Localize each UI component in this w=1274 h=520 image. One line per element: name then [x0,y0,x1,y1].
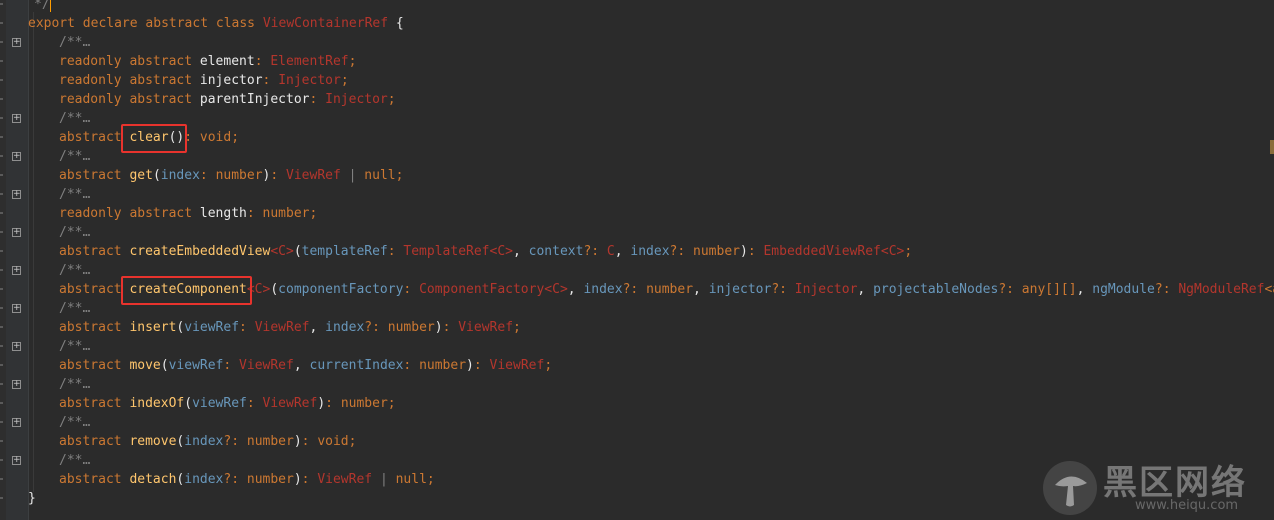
member-index-of: abstract indexOf(viewRef: ViewRef): numb… [59,396,396,411]
line-tick [0,478,3,480]
line-tick [0,345,3,347]
expand-fold-icon[interactable]: + [12,456,21,465]
line-tick [0,98,3,100]
line-tick [0,3,3,5]
folded-doc-comment[interactable]: /**… [59,338,90,356]
member-move: abstract move(viewRef: ViewRef, currentI… [59,358,553,373]
code-line: readonly abstract length: number; [0,204,1274,223]
folded-doc-comment[interactable]: /**… [59,300,90,318]
line-tick [0,326,3,328]
expand-fold-icon[interactable]: + [12,152,21,161]
line-tick [0,497,3,499]
expand-fold-icon[interactable]: + [12,190,21,199]
folded-doc-comment[interactable]: /**… [59,262,90,280]
code-line: abstract remove(index?: number): void; [0,432,1274,451]
comment-close: */ [34,0,50,12]
line-tick [0,212,3,214]
line-tick [0,307,3,309]
code-line: + /**… [0,223,1274,242]
line-tick [0,364,3,366]
member-get: abstract get(index: number): ViewRef | n… [59,168,404,183]
expand-fold-icon[interactable]: + [12,418,21,427]
watermark-title: 黑区网络 [1103,463,1247,503]
line-tick [0,117,3,119]
member-parent-injector: readonly abstract parentInjector: Inject… [59,92,396,107]
scrollbar-marker[interactable] [1270,140,1274,154]
code-line: abstract createEmbeddedView<C>(templateR… [0,242,1274,261]
code-line: abstract insert(viewRef: ViewRef, index?… [0,318,1274,337]
member-create-embedded-view: abstract createEmbeddedView<C>(templateR… [59,244,913,259]
line-tick [0,193,3,195]
folded-doc-comment[interactable]: /**… [59,414,90,432]
folded-doc-comment[interactable]: /**… [59,224,90,242]
watermark: 黑区网络 www.heiqu.com [1043,459,1263,515]
line-tick [0,41,3,43]
line-tick [0,421,3,423]
line-tick [0,288,3,290]
line-tick [0,383,3,385]
expand-fold-icon[interactable]: + [12,380,21,389]
line-tick [0,60,3,62]
expand-fold-icon[interactable]: + [12,304,21,313]
code-line: export declare abstract class ViewContai… [0,14,1274,33]
member-injector: readonly abstract injector: Injector; [59,73,349,88]
code-line: abstract clear(): void; [0,128,1274,147]
code-line: + /**… [0,413,1274,432]
member-detach: abstract detach(index?: number): ViewRef… [59,472,435,487]
class-declaration: export declare abstract class ViewContai… [28,16,404,31]
highlight-box-create-component [121,276,252,305]
folded-doc-comment[interactable]: /**… [59,148,90,166]
folded-doc-comment[interactable]: /**… [59,110,90,128]
folded-doc-comment[interactable]: /**… [59,452,90,470]
line-tick [0,231,3,233]
code-line: + /**… [0,109,1274,128]
code-line: + /**… [0,337,1274,356]
code-line: + /**… [0,375,1274,394]
expand-fold-icon[interactable]: + [12,114,21,123]
line-tick [0,155,3,157]
code-line: + /**… [0,147,1274,166]
code-line: readonly abstract injector: Injector; [0,71,1274,90]
folded-doc-comment[interactable]: /**… [59,186,90,204]
line-tick [0,250,3,252]
member-insert: abstract insert(viewRef: ViewRef, index?… [59,320,521,335]
code-line: + /**… [0,33,1274,52]
line-tick [0,174,3,176]
folded-doc-comment[interactable]: /**… [59,34,90,52]
code-line: readonly abstract element: ElementRef; [0,52,1274,71]
code-line: + /**… [0,185,1274,204]
code-line: readonly abstract parentInjector: Inject… [0,90,1274,109]
line-tick [0,269,3,271]
line-tick [0,79,3,81]
line-tick [0,136,3,138]
expand-fold-icon[interactable]: + [12,342,21,351]
member-element: readonly abstract element: ElementRef; [59,54,357,69]
highlight-box-clear [121,124,187,153]
expand-fold-icon[interactable]: + [12,38,21,47]
line-tick [0,459,3,461]
expand-fold-icon[interactable]: + [12,266,21,275]
line-tick [0,22,3,24]
member-remove: abstract remove(index?: number): void; [59,434,357,449]
code-line: abstract move(viewRef: ViewRef, currentI… [0,356,1274,375]
closing-brace: } [28,491,36,506]
code-line: abstract get(index: number): ViewRef | n… [0,166,1274,185]
mushroom-logo-icon [1043,461,1097,515]
member-length: readonly abstract length: number; [59,206,318,221]
watermark-url: www.heiqu.com [1135,498,1239,513]
line-tick [0,402,3,404]
code-editor[interactable]: */ export declare abstract class ViewCon… [0,0,1274,520]
folded-doc-comment[interactable]: /**… [59,376,90,394]
code-line: abstract indexOf(viewRef: ViewRef): numb… [0,394,1274,413]
line-tick [0,440,3,442]
code-line: */ [0,0,1274,14]
expand-fold-icon[interactable]: + [12,228,21,237]
